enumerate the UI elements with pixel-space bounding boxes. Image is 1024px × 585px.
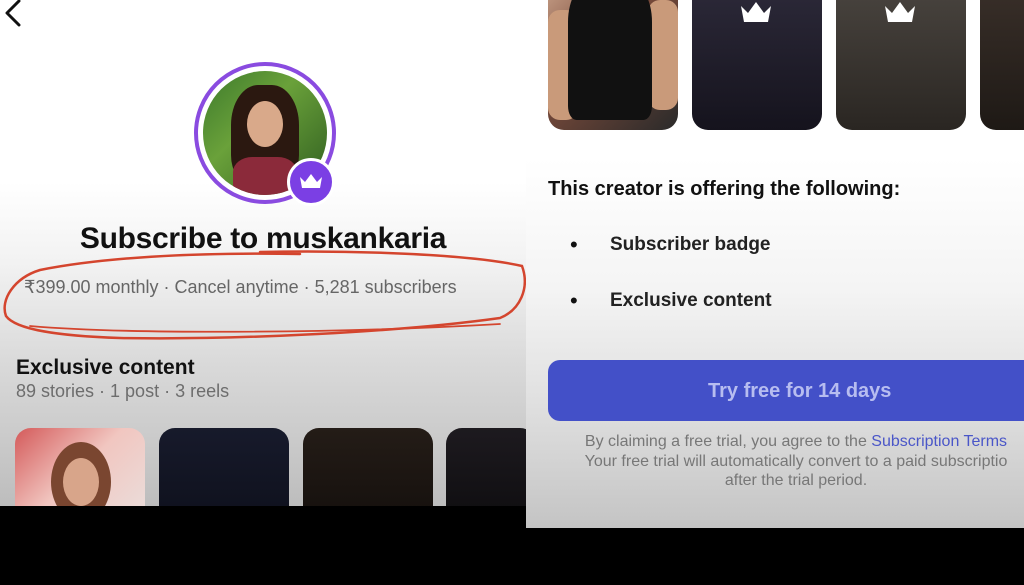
crown-icon xyxy=(300,174,322,188)
bullet-icon: • xyxy=(570,288,578,313)
hand-drawn-circle-annotation xyxy=(3,250,526,340)
subscriber-crown-badge xyxy=(287,158,335,206)
offer-item-subscriber-badge: Subscriber badge xyxy=(610,234,771,255)
offer-item-exclusive-content: Exclusive content xyxy=(610,290,772,311)
subscription-terms-link[interactable]: Subscription Terms xyxy=(871,433,1007,450)
black-bottom-band xyxy=(0,506,526,585)
right-panel: This creator is offering the following: … xyxy=(526,0,1024,528)
left-panel: Subscribe to muskankaria ₹399.00 monthly… xyxy=(0,0,526,506)
content-thumbnail[interactable] xyxy=(446,428,526,506)
legal-text-line3: after the trial period. xyxy=(724,472,868,489)
offer-title: This creator is offering the following: xyxy=(548,178,901,200)
try-free-button[interactable]: Try free for 14 days xyxy=(548,360,1024,421)
content-thumbnail[interactable] xyxy=(159,428,289,506)
legal-text-line2: Your free trial will automatically conve… xyxy=(584,452,1008,470)
bullet-icon: • xyxy=(570,232,578,257)
chevron-left-icon xyxy=(5,0,21,27)
trial-legal-text: By claiming a free trial, you agree to t… xyxy=(546,432,1024,491)
content-thumbnail[interactable] xyxy=(548,0,678,130)
exclusive-content-counts: 89 stories · 1 post · 3 reels xyxy=(16,381,230,401)
exclusive-content-title: Exclusive content xyxy=(16,356,195,379)
locked-content-thumbnail[interactable] xyxy=(980,0,1024,130)
black-bottom-band xyxy=(526,528,1024,585)
legal-text-prefix: By claiming a free trial, you agree to t… xyxy=(584,433,872,450)
back-button[interactable] xyxy=(2,0,32,32)
locked-content-thumbnail[interactable] xyxy=(692,0,822,130)
content-thumbnail[interactable] xyxy=(303,428,433,506)
locked-content-thumbnail[interactable] xyxy=(836,0,966,130)
crown-icon xyxy=(885,2,915,22)
content-thumbnail[interactable] xyxy=(15,428,145,506)
crown-icon xyxy=(741,2,771,22)
